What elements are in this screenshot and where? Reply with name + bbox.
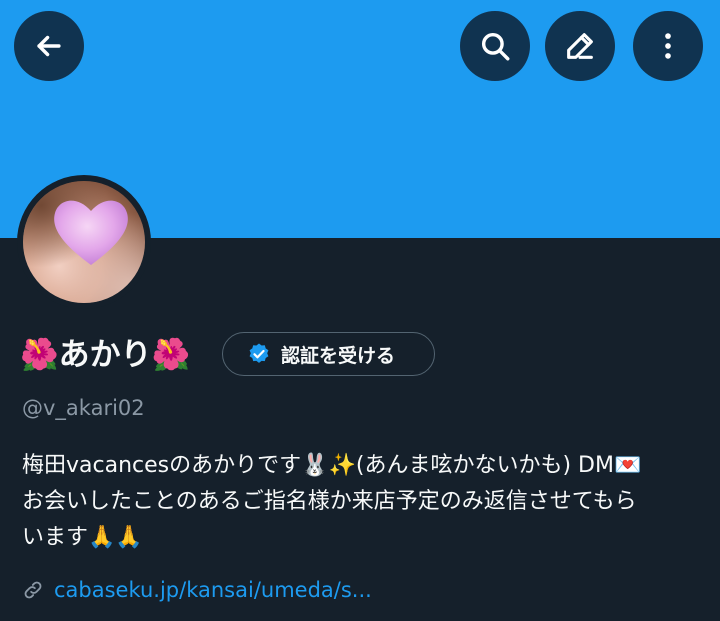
username-handle: @v_akari02 bbox=[22, 396, 145, 420]
link-icon bbox=[24, 581, 42, 599]
search-icon bbox=[481, 32, 510, 61]
more-options-button[interactable] bbox=[633, 11, 703, 81]
bio-line: います🙏🙏 bbox=[22, 525, 143, 550]
heart-sticker-icon bbox=[54, 200, 128, 265]
edit-button[interactable] bbox=[545, 11, 615, 81]
profile-page: 🌺あかり🌺 認証を受ける @v_akari02 梅田vacancesのあかりです… bbox=[0, 0, 720, 621]
back-button[interactable] bbox=[14, 11, 84, 81]
pencil-icon bbox=[567, 33, 593, 59]
bio-line: 梅田vacancesのあかりです🐰✨(あんま呟かないかも) DM💌 bbox=[22, 453, 642, 478]
display-name-row: 🌺あかり🌺 bbox=[20, 330, 190, 380]
profile-link-row: cabaseku.jp/kansai/umeda/s... bbox=[22, 578, 372, 602]
get-verified-button[interactable]: 認証を受ける bbox=[222, 332, 435, 376]
more-vertical-icon bbox=[665, 33, 671, 59]
get-verified-label: 認証を受ける bbox=[281, 344, 396, 367]
profile-website-link[interactable]: cabaseku.jp/kansai/umeda/s... bbox=[54, 578, 372, 602]
display-name: 🌺あかり🌺 bbox=[20, 337, 191, 373]
arrow-left-icon bbox=[37, 35, 61, 57]
avatar[interactable] bbox=[17, 175, 151, 309]
avatar-image bbox=[23, 181, 145, 303]
verified-badge-icon bbox=[249, 343, 269, 363]
bio: 梅田vacancesのあかりです🐰✨(あんま呟かないかも) DM💌 お会いしたこ… bbox=[22, 448, 702, 556]
bio-line: お会いしたことのあるご指名様か来店予定のみ返信させてもら bbox=[22, 489, 637, 514]
search-button[interactable] bbox=[460, 11, 530, 81]
